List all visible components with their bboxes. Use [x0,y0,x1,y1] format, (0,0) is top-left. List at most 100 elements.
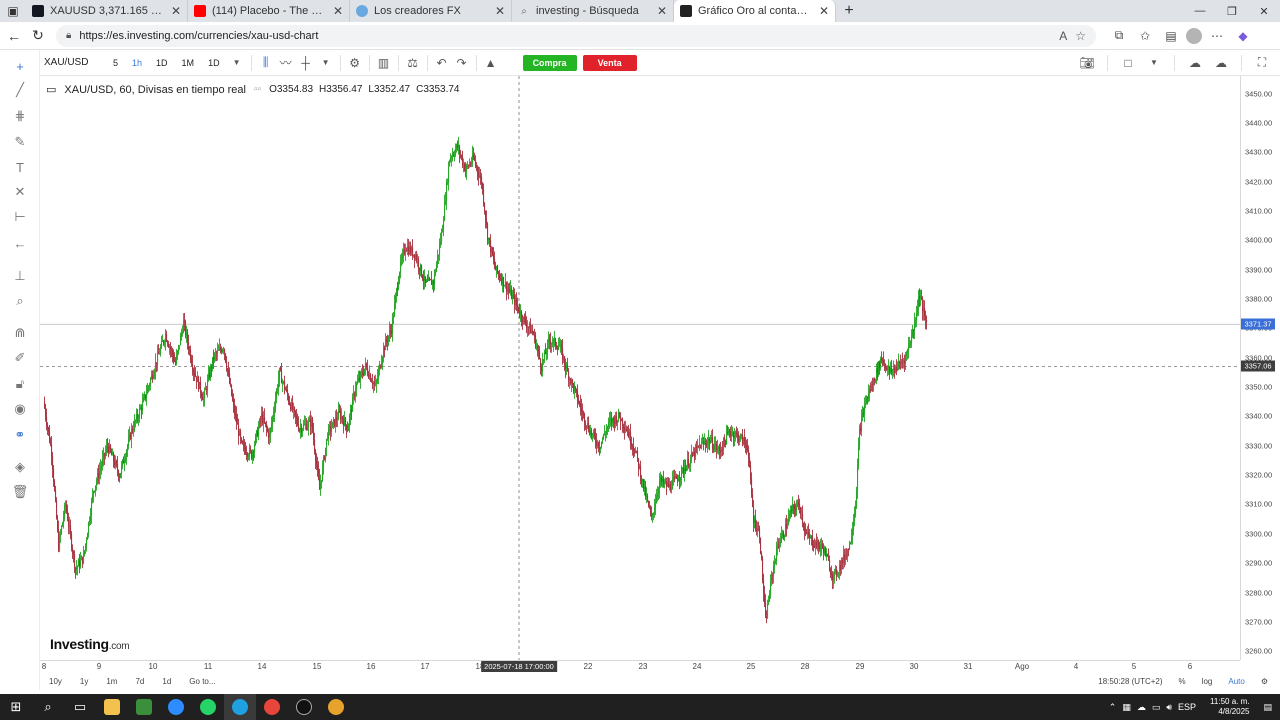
fullscreen-icon[interactable]: ⛶ [1252,53,1272,73]
range-1m-button[interactable]: 1m [97,677,126,686]
chevron-down-icon[interactable]: ▼ [1144,53,1164,73]
pattern-icon[interactable]: ✕ [10,182,30,202]
auto-scale-button[interactable]: Auto [1228,677,1244,686]
percent-scale-button[interactable]: % [1179,677,1186,686]
interval-1d-button[interactable]: 1D [149,53,175,73]
browser-tab-5[interactable]: Gráfico Oro al contado Dólar | Gr ✕ [674,0,836,22]
text-icon[interactable]: T [10,157,30,177]
eye-icon[interactable]: ◉ [10,399,30,419]
favorites-icon[interactable]: ✩ [1134,28,1156,44]
search-icon[interactable]: ⌕ [32,694,64,720]
back-arrow-icon[interactable]: ← [2,24,26,48]
calculator-icon[interactable] [128,694,160,720]
ruler-icon[interactable]: ⊥ [10,266,30,286]
draw-mode-icon[interactable]: ✐ [10,348,30,368]
volume-icon[interactable]: 🔊︎ [1166,702,1172,713]
whatsapp-icon[interactable] [192,694,224,720]
settings-gear-icon[interactable]: ⚙ [345,53,365,73]
task-view-icon[interactable]: ▭ [64,694,96,720]
tab-actions-icon[interactable]: ▣ [0,0,26,22]
zoom-icon[interactable]: ⌕ [10,291,30,311]
symbol-selector[interactable]: XAU/USD [44,57,106,68]
clock[interactable]: 11:50 a. m. 4/8/2025 [1210,697,1249,717]
close-icon[interactable]: ✕ [819,4,829,18]
close-icon[interactable]: ✕ [657,4,667,18]
range-1y-button[interactable]: 1y [71,677,97,686]
interval-1m-button[interactable]: 1M [175,53,202,73]
lock-icon[interactable]: 🔓︎ [10,374,30,394]
browser-tab-1[interactable]: XAUUSD 3,371.165 ▲ +0.25% Un ✕ [26,0,188,22]
edge-icon[interactable] [224,694,256,720]
browser-tab-4[interactable]: ⌕ investing - Búsqueda ✕ [512,0,674,22]
trash-icon[interactable]: 🗑︎ [10,482,30,502]
interval-dropdown[interactable]: 1D [201,53,227,73]
display-icon[interactable]: ▭ [1152,702,1161,713]
fib-icon[interactable]: ⋕ [10,106,30,126]
browser-tab-2[interactable]: (114) Placebo - The Bitter End (Of ✕ [188,0,350,22]
profile-avatar[interactable] [1186,27,1202,44]
interval-1h-button[interactable]: 1h [125,53,149,73]
range-1d-button[interactable]: 1d [153,677,180,686]
layout-icon[interactable]: □ [1118,53,1138,73]
url-field[interactable]: 🔒︎ https://es.investing.com/currencies/x… [56,24,1096,47]
collapse-legend-icon[interactable]: ▭ [46,83,56,96]
collections-icon[interactable]: ▤ [1160,28,1182,44]
notifications-icon[interactable]: ▤ [1263,702,1272,713]
trendline-icon[interactable]: ╱ [10,80,30,100]
go-to-button[interactable]: Go to... [180,677,224,686]
legend-settings-icon[interactable]: ▫▫ [254,84,261,95]
close-window-icon[interactable]: ✕ [1248,0,1280,22]
magnet-icon[interactable]: ⋒ [10,323,30,343]
close-icon[interactable]: ✕ [495,4,505,18]
log-scale-button[interactable]: log [1202,677,1213,686]
range-7d-button[interactable]: 7d [126,677,153,686]
time-axis[interactable]: 8 9 10 11 14 15 16 17 18 22 23 24 25 28 29 30 31 Ago 4 5 6 20… [40,660,1240,672]
redo-icon[interactable]: ↷ [452,53,472,73]
chrome-icon[interactable] [256,694,288,720]
price-chart[interactable] [40,76,1240,660]
network-icon[interactable]: ▦ [1122,702,1131,713]
crosshair-icon[interactable]: + [10,56,30,76]
bars-icon[interactable]: ┼ [296,53,316,73]
line-chart-icon[interactable]: 〰 [276,53,296,73]
chart-area[interactable]: ▭ XAU/USD, 60, Divisas en tiempo real ▫▫… [40,76,1240,660]
link-icon[interactable]: ⚭ [10,425,30,445]
restore-icon[interactable]: ❐ [1216,0,1248,22]
favorite-star-icon[interactable]: ☆ [1075,29,1086,43]
indicators-icon[interactable]: ▥ [374,53,394,73]
browser-tab-3[interactable]: Los creadores FX ✕ [350,0,512,22]
close-icon[interactable]: ✕ [171,4,181,18]
alert-icon[interactable]: ▲ [481,53,501,73]
zoom-app-icon[interactable] [160,694,192,720]
read-aloud-icon[interactable]: A [1059,29,1067,43]
extensions-icon[interactable]: ⧉ [1108,28,1130,44]
minimize-icon[interactable]: — [1184,0,1216,22]
candles-icon[interactable]: ⫼ [256,53,276,73]
browser-app-icon[interactable] [320,694,352,720]
copilot-icon[interactable]: ◆ [1232,28,1254,44]
sell-button[interactable]: Venta [582,54,637,71]
tradingview-app-icon[interactable] [288,694,320,720]
compare-icon[interactable]: ⚖ [403,53,423,73]
close-icon[interactable]: ✕ [333,4,343,18]
measure-icon[interactable]: ⊢ [10,207,30,227]
cloud-save-icon[interactable]: ☁ [1211,53,1231,73]
range-10y-button[interactable]: 10y [40,677,71,686]
windows-start-icon[interactable]: ⊞ [0,694,32,720]
brush-icon[interactable]: ✎ [10,132,30,152]
buy-button[interactable]: Compra [522,54,577,71]
cloud-load-icon[interactable]: ☁ [1185,53,1205,73]
chevron-up-icon[interactable]: ⌃ [1109,702,1117,713]
arrow-icon[interactable]: ← [10,233,30,253]
interval-5m-button[interactable]: 5 [106,53,125,73]
reload-icon[interactable]: ↻ [26,24,50,48]
file-explorer-icon[interactable] [96,694,128,720]
more-menu-icon[interactable]: ⋯ [1206,28,1228,44]
price-axis[interactable]: 3450.00 3440.00 3430.00 3420.00 3410.00 3400.… [1240,76,1280,660]
language-indicator[interactable]: ESP [1178,702,1196,712]
undo-icon[interactable]: ↶ [432,53,452,73]
new-tab-button[interactable]: + [836,0,862,22]
layers-icon[interactable]: ◈ [10,457,30,477]
axis-settings-icon[interactable]: ⚙ [1261,677,1268,686]
camera-icon[interactable]: 📷︎ [1077,53,1097,73]
